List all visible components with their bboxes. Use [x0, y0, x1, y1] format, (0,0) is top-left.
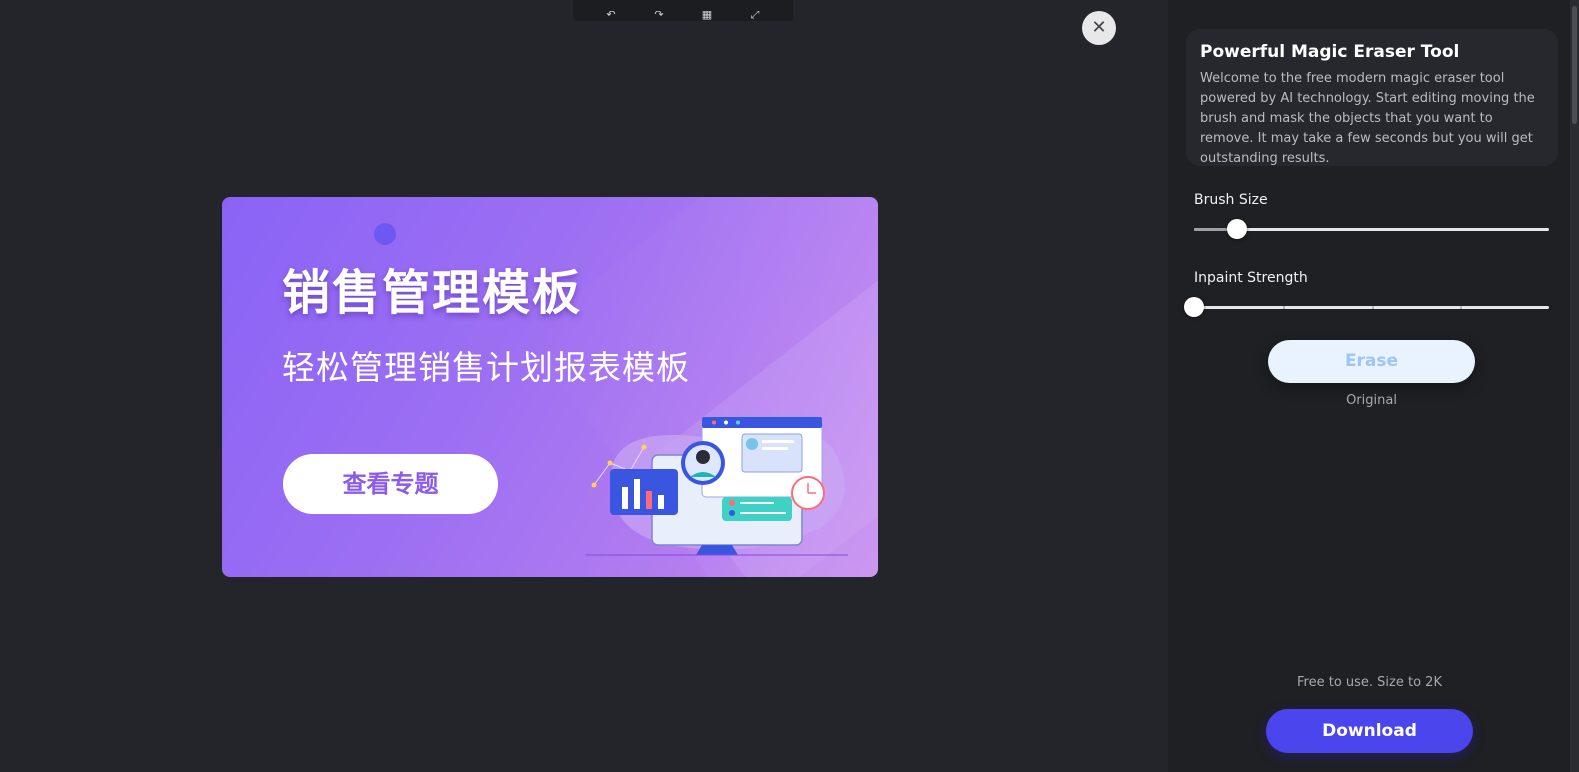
expand-icon[interactable]: ⤢	[746, 11, 764, 21]
brush-size-handle[interactable]	[1226, 219, 1247, 239]
inpaint-strength-label: Inpaint Strength	[1194, 270, 1308, 286]
canvas-area: ↶ ↷ ▦ ⤢ ✕ 销售管理模板 轻松管理销售计划报表模板 查看专题	[0, 0, 1168, 772]
close-icon[interactable]: ✕	[1082, 11, 1116, 45]
download-button[interactable]: Download	[1266, 709, 1473, 753]
scrollbar-thumb[interactable]	[1572, 6, 1577, 124]
image-preview[interactable]: 销售管理模板 轻松管理销售计划报表模板 查看专题	[222, 197, 878, 577]
grid-icon[interactable]: ▦	[698, 11, 716, 21]
sidebar-scrollbar[interactable]	[1570, 0, 1579, 772]
info-title: Powerful Magic Eraser Tool	[1200, 42, 1460, 62]
erase-button[interactable]: Erase	[1268, 340, 1475, 383]
original-toggle[interactable]: Original	[1268, 393, 1475, 408]
redo-icon[interactable]: ↷	[650, 11, 668, 21]
banner-dot	[374, 223, 396, 245]
editor-sidebar: Powerful Magic Eraser Tool Welcome to th…	[1168, 0, 1579, 772]
inpaint-strength-tick	[1371, 306, 1374, 309]
banner-title: 销售管理模板	[282, 265, 583, 321]
inpaint-strength-handle[interactable]	[1184, 297, 1204, 317]
banner-subtitle: 轻松管理销售计划报表模板	[282, 348, 690, 387]
info-card: Powerful Magic Eraser Tool Welcome to th…	[1186, 29, 1558, 166]
free-note: Free to use. Size to 2K	[1297, 675, 1442, 690]
sales-illustration	[586, 416, 848, 556]
inpaint-strength-slider[interactable]	[1184, 297, 1549, 317]
inpaint-strength-tick	[1282, 306, 1285, 309]
brush-size-label: Brush Size	[1194, 192, 1268, 208]
canvas-toolbar: ↶ ↷ ▦ ⤢	[573, 0, 793, 21]
brush-size-slider[interactable]	[1194, 219, 1549, 239]
banner-button: 查看专题	[283, 454, 498, 514]
undo-icon[interactable]: ↶	[602, 11, 620, 21]
info-description: Welcome to the free modern magic eraser …	[1200, 71, 1535, 166]
inpaint-strength-tick	[1460, 306, 1463, 309]
